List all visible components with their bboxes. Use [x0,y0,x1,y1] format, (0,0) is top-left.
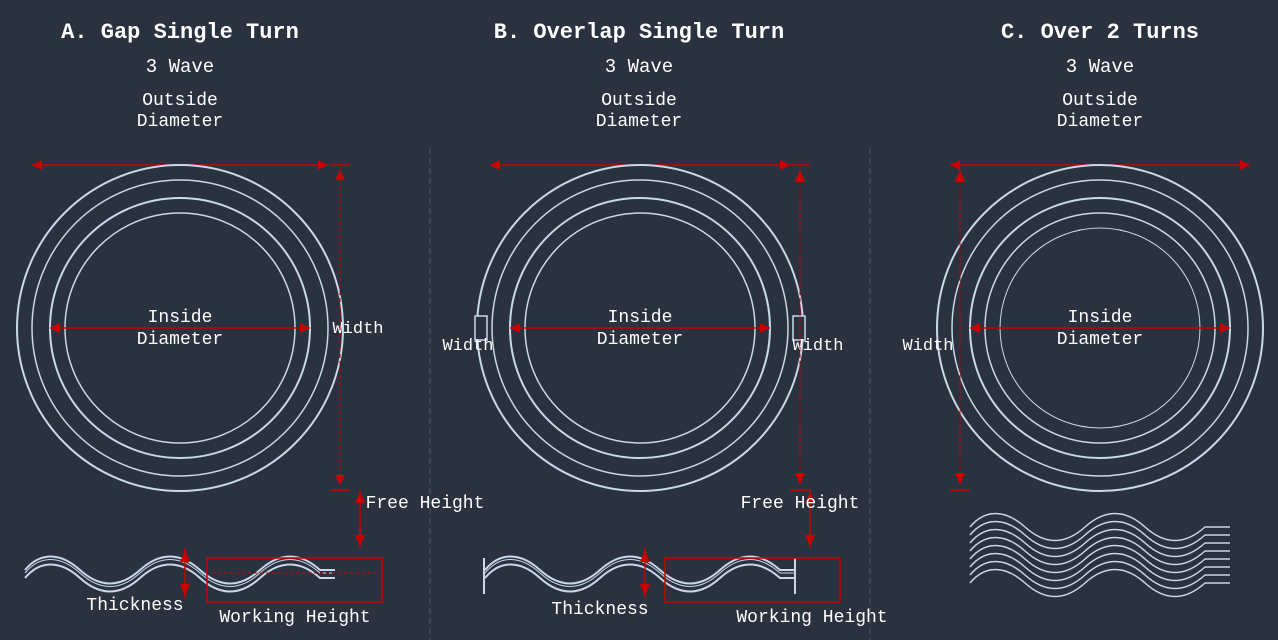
thickness-label-a: Thickness [86,596,183,616]
od-label-a-1: Outside [142,91,218,111]
working-height-label-b: Working Height [736,608,887,628]
diagram-svg: A. Gap Single Turn B. Overlap Single Tur… [0,0,1278,640]
id-label-c-1: Inside [1068,308,1133,328]
width-label-b-right: Width [792,337,843,356]
od-label-a-2: Diameter [137,112,223,132]
od-label-b-1: Outside [601,91,677,111]
title-c: C. Over 2 Turns [1001,20,1199,45]
od-label-b-2: Diameter [596,112,682,132]
wave-a: 3 Wave [146,56,214,78]
id-label-a-1: Inside [148,308,213,328]
thickness-label-b: Thickness [551,600,648,620]
wave-c: 3 Wave [1066,56,1134,78]
working-height-label-a: Working Height [219,608,370,628]
id-label-b-2: Diameter [597,330,683,350]
wave-b: 3 Wave [605,56,673,78]
width-label-c: Width [902,337,953,356]
width-label-b-left: Width [442,337,493,356]
main-container: A. Gap Single Turn B. Overlap Single Tur… [0,0,1278,640]
title-a: A. Gap Single Turn [61,20,299,45]
od-label-c-1: Outside [1062,91,1138,111]
free-height-label-a: Free Height [366,494,485,514]
id-label-a-2: Diameter [137,330,223,350]
id-label-c-2: Diameter [1057,330,1143,350]
od-label-c-2: Diameter [1057,112,1143,132]
free-height-label-b: Free Height [741,494,860,514]
title-b: B. Overlap Single Turn [494,20,784,45]
id-label-b-1: Inside [608,308,673,328]
